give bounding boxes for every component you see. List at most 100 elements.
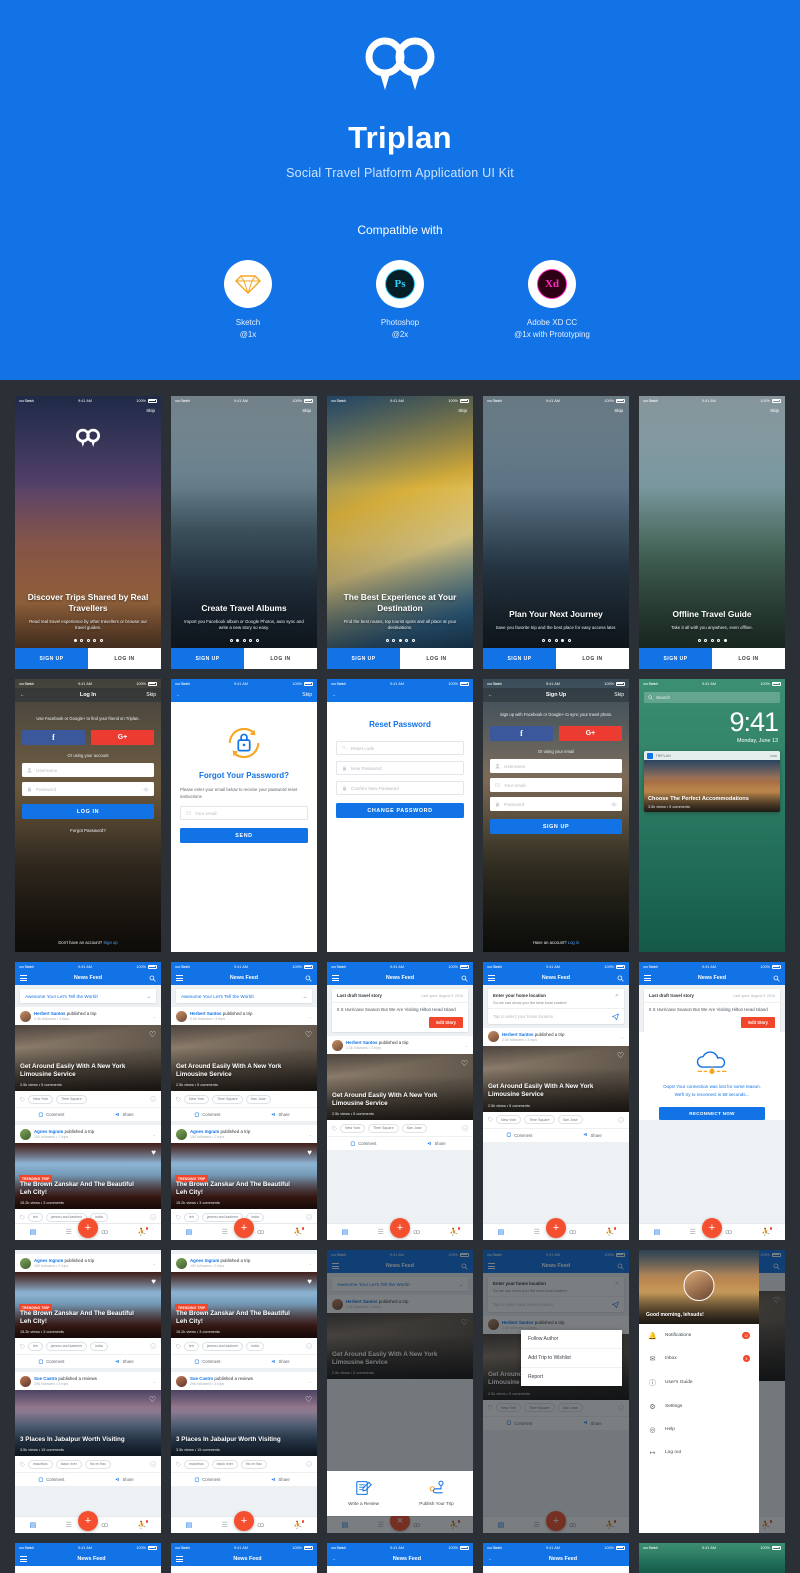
back-button[interactable]: ← — [332, 1556, 346, 1562]
back-button[interactable]: ← — [176, 692, 190, 698]
avatar[interactable] — [176, 1257, 187, 1269]
post-photo[interactable]: ♥ TRENDING TRIP The Brown Zanskar And Th… — [15, 1272, 161, 1338]
feed-icon[interactable]: ▤ — [186, 1228, 193, 1236]
facebook-signup-button[interactable]: f — [490, 726, 553, 742]
more-tags-button[interactable]: ⌄ — [150, 1096, 156, 1102]
skip-button[interactable]: Skip — [639, 405, 785, 413]
tag[interactable]: black river — [55, 1459, 82, 1469]
favorite-icon[interactable]: ♡ — [149, 1395, 156, 1404]
chevron-down-icon[interactable]: ⌄ — [153, 1379, 156, 1384]
chevron-down-icon[interactable]: ⌄ — [309, 1132, 312, 1137]
hamburger-icon[interactable] — [176, 1556, 183, 1562]
back-button[interactable]: ← — [332, 692, 346, 698]
binoculars-icon[interactable]: ꚙ — [257, 1228, 264, 1236]
lockscreen-search-input[interactable]: Search — [644, 692, 780, 703]
tag[interactable]: black river — [211, 1459, 238, 1469]
more-tags-button[interactable]: ⌄ — [150, 1461, 156, 1467]
binoculars-icon[interactable]: ꚙ — [413, 1228, 420, 1236]
comment-button[interactable]: ▢Comment — [483, 1132, 556, 1138]
chevron-down-icon[interactable]: ⌄ — [153, 1014, 156, 1019]
tag[interactable]: leh — [184, 1212, 199, 1222]
post-photo[interactable]: ♡ Get Around Easily With A New York Limo… — [15, 1025, 161, 1091]
drawer-item-inbox[interactable]: ✉ Inbox 5 — [639, 1347, 759, 1370]
login-button[interactable]: LOG IN — [88, 648, 161, 669]
tag[interactable]: jammu and kashmir — [45, 1341, 88, 1351]
add-fab-button[interactable]: + — [234, 1511, 254, 1531]
username-field[interactable]: Username — [490, 759, 622, 774]
tag[interactable]: Time Square — [368, 1123, 399, 1133]
add-fab-button[interactable]: + — [390, 1218, 410, 1238]
post-photo[interactable]: ♡ Get Around Easily With A New York Limo… — [171, 1025, 317, 1091]
post-author[interactable]: Agnes Ingram — [190, 1258, 219, 1263]
drawer-item-help[interactable]: ◎ Help — [639, 1418, 759, 1441]
chevron-down-icon[interactable]: ⌄ — [153, 1261, 156, 1266]
share-button[interactable]: ⋖Share — [244, 1359, 317, 1365]
list-icon[interactable]: ☰ — [222, 1521, 228, 1529]
page-dots[interactable] — [24, 639, 152, 642]
more-tags-button[interactable]: ⌄ — [306, 1214, 312, 1220]
tag[interactable]: flic en flac — [240, 1459, 267, 1469]
edit-story-button[interactable]: Edit Story — [741, 1017, 775, 1029]
more-tags-button[interactable]: ⌄ — [150, 1343, 156, 1349]
share-button[interactable]: ⋖Share — [88, 1477, 161, 1483]
comment-button[interactable]: ▢Comment — [15, 1477, 88, 1483]
email-field[interactable]: Your email — [180, 806, 308, 821]
tag[interactable]: flic en flac — [84, 1459, 111, 1469]
comment-button[interactable]: ▢Comment — [171, 1112, 244, 1118]
signup-submit-button[interactable]: SIGN UP — [490, 819, 622, 835]
post-photo[interactable]: ♡ 3 Places In Jabalpur Worth Visiting 3.… — [15, 1390, 161, 1456]
password-field[interactable]: Password — [490, 797, 622, 812]
drawer-item-settings[interactable]: ⚙ Settings — [639, 1395, 759, 1418]
more-tags-button[interactable]: ⌄ — [306, 1343, 312, 1349]
avatar[interactable] — [176, 1010, 187, 1022]
avatar[interactable] — [20, 1257, 31, 1269]
notification-card[interactable]: TRIPLAN now Choose The Perfect Accommoda… — [644, 751, 780, 812]
list-icon[interactable]: ☰ — [690, 1228, 696, 1236]
hamburger-icon[interactable] — [20, 1556, 27, 1562]
share-button[interactable]: ⋖Share — [244, 1112, 317, 1118]
menu-item-add-wishlist[interactable]: Add Trip to Wishlist — [521, 1349, 622, 1368]
tag[interactable]: mauritius — [28, 1459, 53, 1469]
chevron-down-icon[interactable]: ⌄ — [621, 1034, 624, 1039]
share-button[interactable]: ⋖Share — [88, 1112, 161, 1118]
password-field[interactable]: Password — [22, 782, 154, 797]
tag[interactable]: San Jose — [557, 1115, 583, 1124]
post-photo[interactable]: ♥ TRENDING TRIP The Brown Zanskar And Th… — [171, 1272, 317, 1338]
facebook-login-button[interactable]: f — [22, 730, 85, 746]
login-button[interactable]: LOG IN — [556, 648, 629, 669]
list-icon[interactable]: ☰ — [222, 1228, 228, 1236]
new-password-field[interactable]: New Password — [336, 761, 464, 775]
login-button[interactable]: LOG IN — [244, 648, 317, 669]
share-button[interactable]: ⋖Share — [400, 1141, 473, 1147]
more-tags-button[interactable]: ⌄ — [150, 1214, 156, 1220]
profile-icon[interactable]: ⛹ — [762, 1227, 773, 1236]
feed-icon[interactable]: ▤ — [186, 1521, 193, 1529]
feed-icon[interactable]: ▤ — [30, 1228, 37, 1236]
promo-banner[interactable]: Awesome You! Let's Tell the World! → — [20, 989, 156, 1003]
forgot-password-link[interactable]: Forgot Password? — [22, 828, 154, 833]
google-login-button[interactable]: G+ — [91, 730, 154, 746]
tag[interactable]: india — [246, 1341, 264, 1351]
chevron-down-icon[interactable]: ⌄ — [153, 1132, 156, 1137]
login-button[interactable]: LOG IN — [400, 648, 473, 669]
tag[interactable]: leh — [28, 1341, 43, 1351]
profile-icon[interactable]: ⛹ — [606, 1227, 617, 1236]
feed-icon[interactable]: ▤ — [342, 1228, 349, 1236]
comment-button[interactable]: ▢Comment — [171, 1359, 244, 1365]
post-photo[interactable]: ♡ Get Around Easily With A New York Limo… — [483, 1045, 629, 1112]
favorite-icon[interactable]: ♡ — [149, 1030, 156, 1039]
overlay-dim[interactable] — [483, 1250, 629, 1533]
post-author[interactable]: Herbert Santos — [190, 1011, 221, 1016]
post-author[interactable]: Agnes Ingram — [34, 1258, 63, 1263]
drawer-item-notifications[interactable]: 🔔 Notifications 12 — [639, 1324, 759, 1347]
more-tags-button[interactable]: ⌄ — [462, 1125, 468, 1132]
avatar[interactable] — [20, 1010, 31, 1022]
chevron-down-icon[interactable]: ⌄ — [309, 1379, 312, 1384]
tag[interactable]: jammu and kashmir — [201, 1341, 244, 1351]
username-field[interactable]: Username — [22, 763, 154, 778]
favorite-icon[interactable]: ♥ — [151, 1277, 156, 1286]
list-icon[interactable]: ☰ — [66, 1228, 72, 1236]
binoculars-icon[interactable]: ꚙ — [257, 1521, 264, 1529]
signup-link[interactable]: Sign up — [103, 940, 117, 945]
avatar[interactable] — [176, 1375, 187, 1387]
